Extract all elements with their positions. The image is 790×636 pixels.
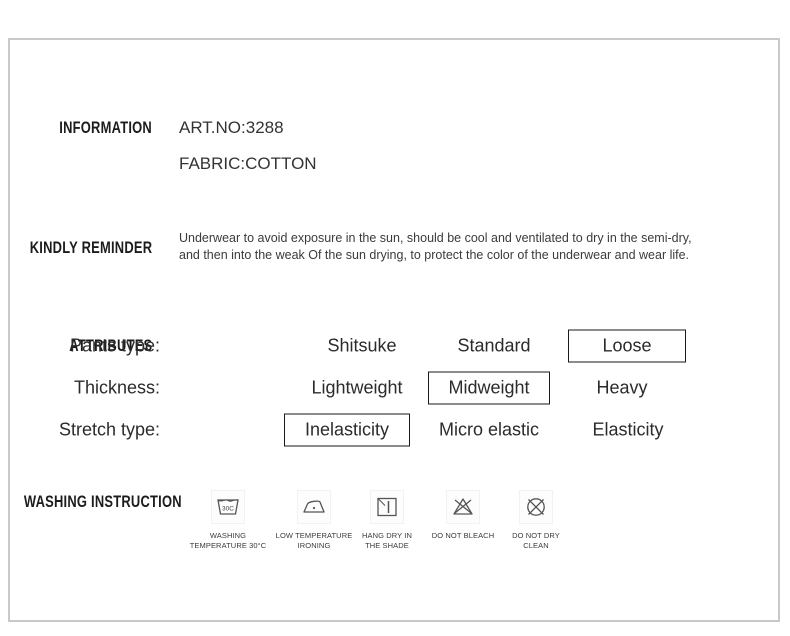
option-thickness-1[interactable]: Midweight: [428, 371, 550, 405]
care-symbol-hang-dry: HANG DRY IN THE SHADE: [344, 490, 430, 550]
option-stretch-type-1[interactable]: Micro elastic: [420, 415, 558, 446]
information-section: INFORMATION: [0, 118, 152, 140]
option-thickness-2[interactable]: Heavy: [566, 373, 678, 404]
washing-instruction-label: WASHING INSTRUCTION: [24, 492, 182, 511]
information-label: INFORMATION: [59, 118, 152, 137]
attribute-name-pants-type: Pants type:: [69, 335, 160, 356]
attribute-name-thickness: Thickness:: [73, 377, 160, 398]
care-symbol-do-not-dry-clean: DO NOT DRY CLEAN: [493, 490, 579, 550]
care-caption-washing-temperature: WASHING TEMPERATURE 30°C: [189, 531, 267, 550]
article-number-text: ART.NO:3288: [179, 118, 284, 137]
wash-tub-30c-icon: 30C: [211, 490, 245, 524]
iron-low-temperature-icon: [297, 490, 331, 524]
care-caption-do-not-dry-clean: DO NOT DRY CLEAN: [512, 531, 560, 550]
option-pants-type-0[interactable]: Shitsuke: [306, 331, 418, 362]
care-symbol-washing-temperature: 30C WASHING TEMPERATURE 30°C: [185, 490, 271, 550]
kindly-reminder-text: Underwear to avoid exposure in the sun, …: [179, 230, 773, 264]
kindly-reminder-section: KINDLY REMINDER: [0, 238, 152, 260]
reminder-line-2: and then into the weak Of the sun drying…: [179, 248, 690, 262]
do-not-dry-clean-icon: [519, 490, 553, 524]
product-detail-page: INFORMATION ART.NO:3288 FABRIC:COTTON KI…: [0, 0, 790, 636]
option-pants-type-1[interactable]: Standard: [438, 331, 550, 362]
attribute-name-stretch-type: Stretch type:: [58, 419, 160, 440]
information-values: ART.NO:3288 FABRIC:COTTON: [179, 110, 317, 182]
option-stretch-type-2[interactable]: Elasticity: [568, 415, 688, 446]
washing-instruction-section: WASHING INSTRUCTION: [0, 492, 182, 514]
option-stretch-type-0[interactable]: Inelasticity: [284, 413, 410, 447]
fabric-text: FABRIC:COTTON: [179, 154, 317, 173]
care-caption-hang-dry: HANG DRY IN THE SHADE: [361, 531, 412, 550]
option-pants-type-2[interactable]: Loose: [568, 329, 686, 363]
reminder-line-1: Underwear to avoid exposure in the sun, …: [179, 231, 692, 245]
option-thickness-0[interactable]: Lightweight: [296, 373, 418, 404]
svg-text:30C: 30C: [222, 506, 234, 513]
kindly-reminder-label: KINDLY REMINDER: [29, 238, 152, 257]
do-not-bleach-icon: [446, 490, 480, 524]
hang-dry-in-shade-icon: [370, 490, 404, 524]
